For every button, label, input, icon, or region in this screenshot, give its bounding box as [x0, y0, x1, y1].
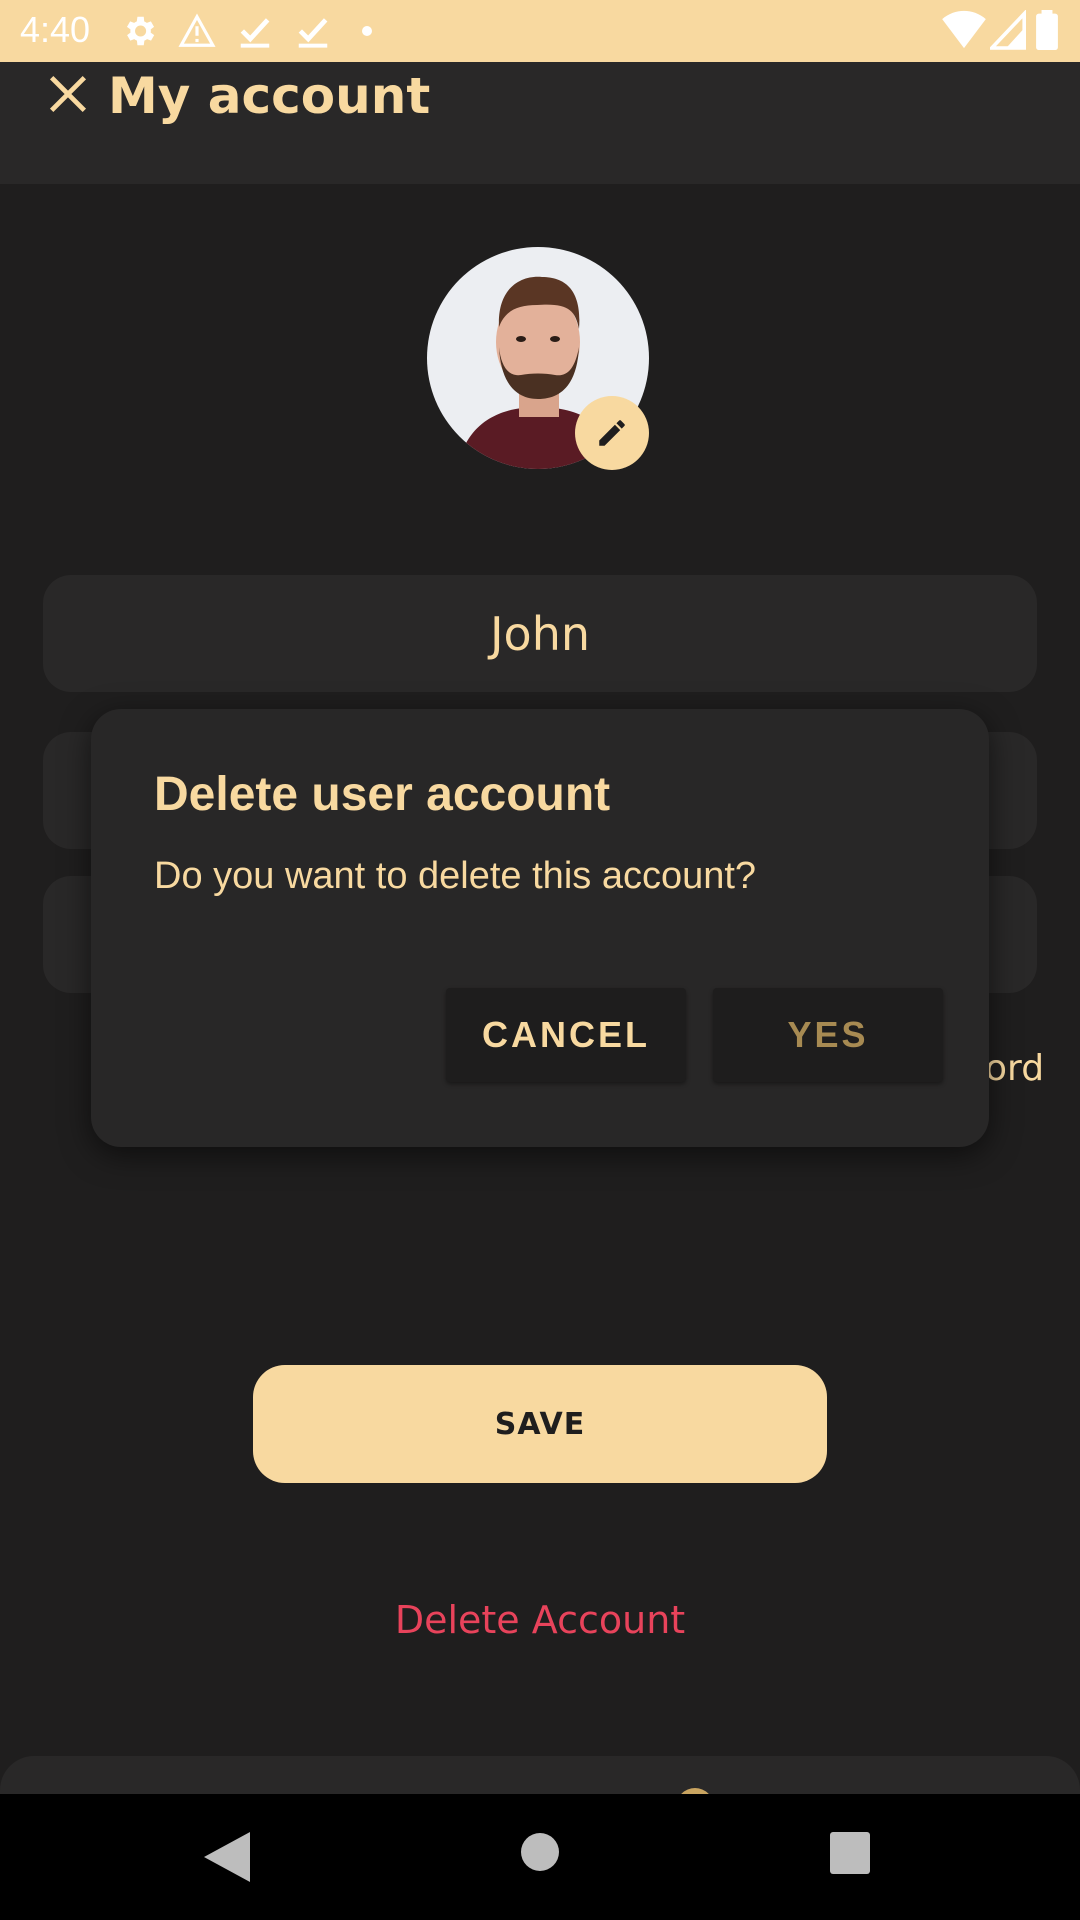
home-icon[interactable] [520, 1832, 560, 1872]
status-time: 4:40 [20, 9, 91, 50]
warning-icon [178, 13, 216, 47]
confirm-button[interactable]: YES [713, 988, 943, 1082]
page-title: My account [108, 67, 431, 125]
pencil-icon [599, 420, 625, 446]
app-bar: My account [0, 62, 1080, 184]
first-name-value: John [489, 606, 591, 661]
edit-avatar-button[interactable] [575, 396, 649, 470]
profile-avatar[interactable] [427, 247, 649, 470]
settings-icon [126, 16, 155, 46]
recents-icon[interactable] [830, 1832, 870, 1874]
change-password-link[interactable]: ord [985, 1048, 1044, 1089]
back-icon[interactable] [204, 1832, 250, 1882]
wifi-icon [942, 10, 986, 49]
first-name-field[interactable]: John [43, 575, 1037, 692]
dialog-title: Delete user account [154, 768, 611, 821]
system-nav-bar [0, 1794, 1080, 1920]
check-icon [240, 18, 270, 48]
dot-icon [362, 26, 372, 36]
cancel-button[interactable]: CANCEL [446, 988, 686, 1082]
delete-account-link[interactable]: Delete Account [0, 1598, 1080, 1642]
dialog-message: Do you want to delete this account? [154, 855, 757, 897]
close-icon[interactable] [46, 72, 90, 116]
save-button[interactable]: SAVE [253, 1365, 827, 1483]
status-bar: 4:40 [0, 0, 1080, 62]
signal-icon [990, 10, 1026, 50]
battery-icon [1036, 10, 1058, 50]
delete-confirm-dialog: Delete user account Do you want to delet… [91, 709, 989, 1147]
check-icon [298, 18, 328, 48]
